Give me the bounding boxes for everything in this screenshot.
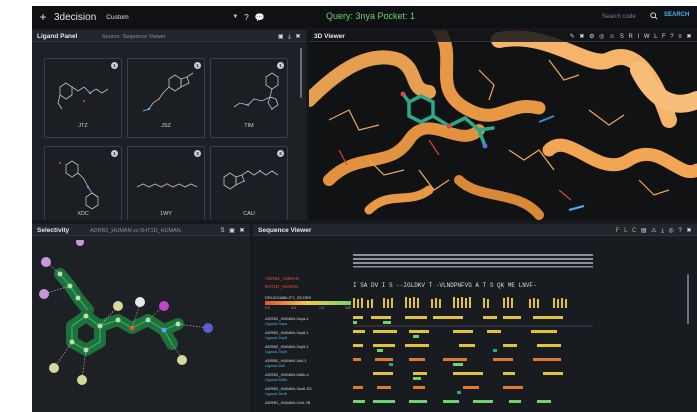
ligand-card[interactable]: 1 TIM bbox=[210, 58, 288, 138]
protein-3d-view[interactable] bbox=[309, 30, 697, 220]
ligand-structure-icon bbox=[59, 160, 99, 210]
ligand-count-badge: 1 bbox=[277, 62, 284, 69]
ligand-structure-icon bbox=[223, 169, 279, 190]
query-title: Query: 3nya Pocket: 1 bbox=[326, 11, 416, 21]
ligand-structure-icon bbox=[142, 72, 194, 112]
ligand-panel-source: Source: Sequence Viewer bbox=[102, 33, 166, 40]
ligand-card-name: 1WY bbox=[160, 211, 172, 217]
ligand-structure-icon bbox=[57, 82, 109, 110]
sequence-ruler bbox=[353, 254, 593, 268]
druggability-label: DRUGGABILITY_SCORE bbox=[265, 295, 312, 300]
viewer-panel-title: 3D Viewer bbox=[314, 33, 345, 40]
search-icon[interactable] bbox=[650, 12, 658, 20]
selectivity-panel-subtitle: ADRB2_HUMAN vs 5HT1D_HUMAN bbox=[90, 227, 181, 234]
ligand-count-badge: 1 bbox=[111, 62, 118, 69]
project-select[interactable]: Custom ▼ bbox=[106, 11, 238, 23]
sequence-label-adrb2: ADRB2_HUMAN bbox=[265, 276, 300, 281]
sequence-text: I SA DV I S --IGLDKV T -VLNDPNFVG A T S … bbox=[353, 282, 537, 289]
structure-row-label[interactable]: ADRB2_HUMAN-3sn6-S3 Ligand-3sn6 bbox=[265, 386, 345, 396]
sequence-label-5ht1d: 5HT1D_HUMAN bbox=[265, 284, 299, 289]
structure-row-label[interactable]: ADRB2_HUMAN-3ny9-1 Ligand-3ny9 bbox=[265, 344, 345, 354]
viewer-toolbar-letters[interactable]: S R I W L F ? bbox=[620, 34, 675, 40]
scale-mid-2: 1.0 bbox=[319, 306, 324, 310]
help-icon[interactable]: ? bbox=[244, 13, 248, 22]
sequence-panel-title: Sequence Viewer bbox=[258, 227, 312, 234]
ligand-structure-icon bbox=[233, 72, 279, 110]
sequence-toolbar[interactable]: F L C ▤ ⚠ ⤓ ◎ ? ✖ bbox=[616, 227, 693, 235]
structure-row-label[interactable]: ADRB2_HUMAN-3ny8-1 Ligand-3ny8 bbox=[265, 330, 345, 340]
ligand-card-name: JSZ bbox=[161, 123, 171, 129]
selectivity-panel: Selectivity ADRB2_HUMAN vs 5HT1D_HUMAN S… bbox=[32, 224, 250, 412]
sequence-panel-header: Sequence Viewer F L C ▤ ⚠ ⤓ ◎ ? ✖ bbox=[253, 224, 697, 236]
structure-row-label[interactable]: ADRB2_HUMAN-5d5b-1 Ligand-5d5b bbox=[265, 372, 345, 382]
ligand-panel-title: Ligand Panel bbox=[37, 33, 78, 40]
ligand-card-name: XDC bbox=[77, 211, 89, 217]
ligand-panel-scrollbar[interactable] bbox=[300, 48, 302, 98]
project-select-value: Custom bbox=[106, 13, 129, 21]
interaction-grid[interactable] bbox=[353, 316, 593, 408]
ligand-card-name: TIM bbox=[244, 123, 254, 129]
ligand-card[interactable]: 2 CAU bbox=[210, 146, 288, 220]
sequence-scrollbar[interactable] bbox=[687, 274, 689, 324]
structure-row-label[interactable]: ADRB2_HUMAN-4ldl-1 Ligand-4ldl bbox=[265, 358, 345, 368]
druggability-scale bbox=[265, 301, 351, 305]
add-icon[interactable]: + bbox=[36, 10, 50, 24]
sequence-panel: Sequence Viewer F L C ▤ ⚠ ⤓ ◎ ? ✖ ADRB2_… bbox=[253, 224, 697, 412]
ligand-panel: Ligand Panel Source: Sequence Viewer ▣ ⤓… bbox=[32, 30, 306, 220]
app-window: + 3decision Custom ▼ ? 💬 Query: 3nya Poc… bbox=[32, 6, 697, 412]
search-button[interactable]: SEARCH bbox=[664, 12, 689, 18]
ligand-count-badge: 2 bbox=[277, 150, 284, 157]
structure-row-label[interactable]: ADRB2_HUMAN-3nya-1 Ligand-3nya bbox=[265, 316, 345, 326]
ligand-count-badge: 1 bbox=[194, 62, 201, 69]
scale-max: 100 bbox=[345, 306, 351, 310]
ligand-card-name: JTZ bbox=[78, 123, 88, 129]
selectivity-panel-title: Selectivity bbox=[37, 227, 70, 234]
ligand-count-badge: 3 bbox=[194, 150, 201, 157]
viewer-toolbar[interactable]: ✎ ✖ ⚙ ◎ ☺ S R I W L F ? ≡ ✖ bbox=[570, 33, 693, 40]
ligand-card[interactable]: 1 JSZ bbox=[127, 58, 205, 138]
ligand-card[interactable]: 3 1WY bbox=[127, 146, 205, 220]
app-title: 3decision bbox=[54, 11, 97, 23]
selectivity-interaction-diagram[interactable] bbox=[32, 240, 250, 410]
ligand-count-badge: 1 bbox=[111, 150, 118, 157]
selectivity-panel-tools[interactable]: S ▣ ✖ bbox=[220, 227, 246, 234]
ligand-card[interactable]: 1 XDC bbox=[44, 146, 122, 220]
scale-mid-1: 0.5 bbox=[291, 306, 296, 310]
ligand-panel-header: Ligand Panel Source: Sequence Viewer ▣ ⤓… bbox=[32, 30, 306, 42]
chat-icon[interactable]: 💬 bbox=[255, 13, 265, 22]
structure-row-label[interactable]: ADRB1_HUMAN-2vt4-7B bbox=[265, 400, 345, 405]
viewer-panel[interactable]: 3D Viewer ✎ ✖ ⚙ ◎ ☺ S R I W L F ? ≡ ✖ bbox=[309, 30, 697, 220]
viewer-panel-header: 3D Viewer ✎ ✖ ⚙ ◎ ☺ S R I W L F ? ≡ ✖ bbox=[309, 30, 697, 42]
chevron-down-icon: ▼ bbox=[232, 14, 239, 20]
ligand-card[interactable]: 1 JTZ bbox=[44, 58, 122, 138]
druggability-bars bbox=[353, 297, 567, 308]
ligand-structure-icon bbox=[136, 183, 198, 188]
sequence-toolbar-letters[interactable]: F L C bbox=[616, 228, 638, 234]
scale-min: 0.0 bbox=[265, 306, 270, 310]
selectivity-panel-header: Selectivity ADRB2_HUMAN vs 5HT1D_HUMAN S… bbox=[32, 224, 250, 236]
ligand-card-name: CAU bbox=[243, 211, 255, 217]
ligand-panel-tools[interactable]: ▣ ⤓ ✖ bbox=[278, 33, 302, 41]
